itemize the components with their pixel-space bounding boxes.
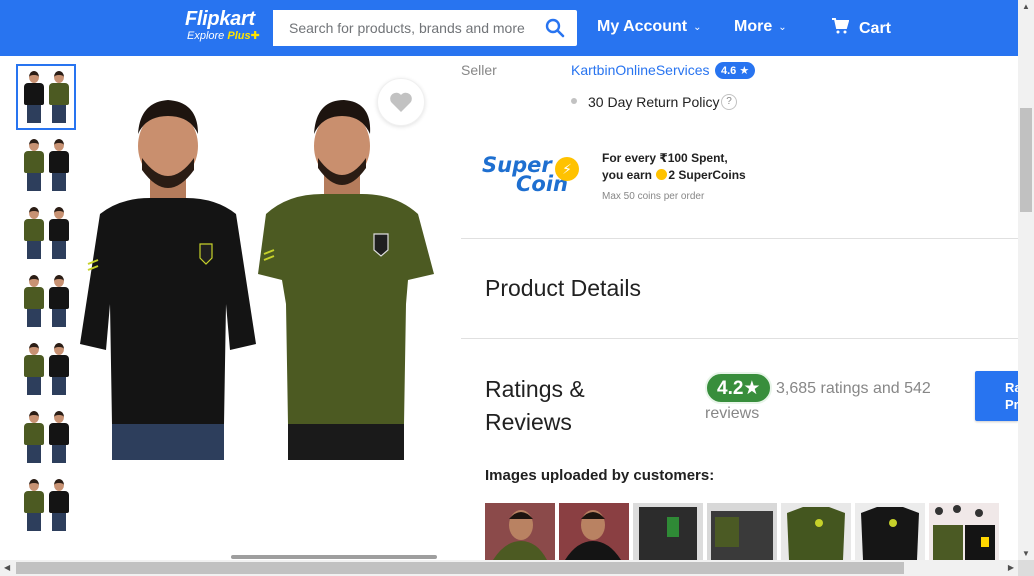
thumbnail-image xyxy=(48,343,70,395)
reviews-count: reviews xyxy=(705,405,760,422)
seller-name-link[interactable]: KartbinOnlineServices xyxy=(571,62,710,78)
ratings-reviews-heading: Ratings & Reviews xyxy=(485,376,585,435)
brand-name: Flipkart xyxy=(185,8,255,30)
flipkart-logo[interactable]: Flipkart Explore Plus✚ xyxy=(185,8,260,42)
search-box xyxy=(273,10,577,46)
thumbnail-image xyxy=(48,275,70,327)
help-icon[interactable]: ? xyxy=(721,94,737,110)
lightning-bolt-icon: ⚡ xyxy=(555,157,579,181)
thumbnail-image xyxy=(23,479,45,531)
thumbnail-item[interactable] xyxy=(16,404,76,470)
supercoin-max-note: Max 50 coins per order xyxy=(602,191,705,202)
customer-image[interactable] xyxy=(929,503,999,560)
section-divider xyxy=(461,338,1018,339)
customer-image[interactable] xyxy=(707,503,777,560)
thumbnail-image xyxy=(23,71,45,123)
bullet-dot xyxy=(571,98,577,104)
image-scroll-indicator xyxy=(231,555,437,559)
my-account-label: My Account xyxy=(597,18,688,35)
thumbnail-image xyxy=(48,479,70,531)
thumbnail-item[interactable] xyxy=(16,200,76,266)
scrollbar-corner xyxy=(1018,560,1034,576)
thumbnail-item[interactable] xyxy=(16,132,76,198)
tagline-prefix: Explore xyxy=(187,30,228,42)
seller-rating-value: 4.6 xyxy=(721,65,737,77)
scroll-up-arrow-icon[interactable]: ▲ xyxy=(1022,2,1030,11)
rate-product-button[interactable]: Rate Product xyxy=(975,371,1018,421)
model-olive-tshirt xyxy=(258,100,434,460)
thumbnail-image xyxy=(48,71,70,123)
more-label: More xyxy=(734,18,773,35)
model-black-tshirt xyxy=(80,100,256,460)
overall-rating-value: 4.2 xyxy=(717,378,744,399)
thumbnail-item[interactable] xyxy=(16,64,76,130)
thumbnail-list xyxy=(16,64,76,540)
star-icon: ★ xyxy=(739,65,750,77)
more-menu[interactable]: More ⌄ xyxy=(734,18,787,36)
brand-tagline: Explore Plus✚ xyxy=(187,29,260,42)
thumbnail-image xyxy=(23,411,45,463)
overall-rating-badge: 4.2★ xyxy=(705,372,773,404)
scroll-right-arrow-icon[interactable]: ▶ xyxy=(1008,563,1014,572)
customer-image[interactable] xyxy=(781,503,851,560)
wishlist-button[interactable] xyxy=(377,78,425,126)
thumbnail-image xyxy=(23,207,45,259)
vertical-scroll-thumb[interactable] xyxy=(1020,108,1032,212)
top-header: Flipkart Explore Plus✚ My Account ⌄ More ⌄… xyxy=(0,0,1018,56)
product-main-image[interactable] xyxy=(80,64,436,460)
customer-image[interactable] xyxy=(559,503,629,560)
supercoin-earn-suffix: 2 SuperCoins xyxy=(668,168,746,182)
cart-button[interactable]: Cart xyxy=(831,18,891,39)
seller-label: Seller xyxy=(461,62,497,78)
chevron-down-icon: ⌄ xyxy=(693,21,702,33)
thumbnail-item[interactable] xyxy=(16,472,76,538)
supercoin-logo: Super Coin xyxy=(482,155,568,195)
horizontal-scrollbar[interactable]: ◀ ▶ xyxy=(0,560,1018,576)
section-divider xyxy=(461,238,1018,239)
customer-image[interactable] xyxy=(855,503,925,560)
cart-label: Cart xyxy=(859,19,892,37)
plus-icon: ✚ xyxy=(250,30,260,42)
scroll-left-arrow-icon[interactable]: ◀ xyxy=(4,563,10,572)
return-policy-text: 30 Day Return Policy xyxy=(588,94,720,110)
supercoin-earn-prefix: you earn xyxy=(602,168,656,182)
thumbnail-image xyxy=(23,139,45,191)
cart-icon xyxy=(831,18,850,39)
scroll-down-arrow-icon[interactable]: ▼ xyxy=(1022,549,1030,558)
thumbnail-item[interactable] xyxy=(16,268,76,334)
ratings-count: 3,685 ratings and 542 xyxy=(776,380,931,397)
customer-images-row xyxy=(485,503,999,560)
product-details-heading[interactable]: Product Details xyxy=(485,275,641,302)
thumbnail-image xyxy=(48,207,70,259)
horizontal-scroll-thumb[interactable] xyxy=(16,562,904,574)
supercoin-offer-line1: For every ₹100 Spent, xyxy=(602,151,728,165)
my-account-menu[interactable]: My Account ⌄ xyxy=(597,18,701,36)
thumbnail-image xyxy=(48,139,70,191)
thumbnail-image xyxy=(23,275,45,327)
supercoin-offer-line2: you earn 2 SuperCoins xyxy=(602,168,746,182)
search-icon[interactable] xyxy=(545,18,565,43)
thumbnail-image xyxy=(48,411,70,463)
chevron-down-icon: ⌄ xyxy=(778,21,787,33)
thumbnail-image xyxy=(23,343,45,395)
thumbnail-item[interactable] xyxy=(16,336,76,402)
customer-images-heading: Images uploaded by customers: xyxy=(485,467,715,484)
coin-icon xyxy=(656,169,668,180)
customer-image[interactable] xyxy=(485,503,555,560)
star-icon: ★ xyxy=(743,378,761,399)
seller-rating-badge: 4.6 ★ xyxy=(715,62,756,79)
search-input[interactable] xyxy=(273,10,533,46)
customer-image[interactable] xyxy=(633,503,703,560)
vertical-scrollbar[interactable]: ▲ ▼ xyxy=(1018,0,1034,560)
tagline-plus: Plus xyxy=(227,30,251,42)
heart-icon xyxy=(390,92,412,112)
